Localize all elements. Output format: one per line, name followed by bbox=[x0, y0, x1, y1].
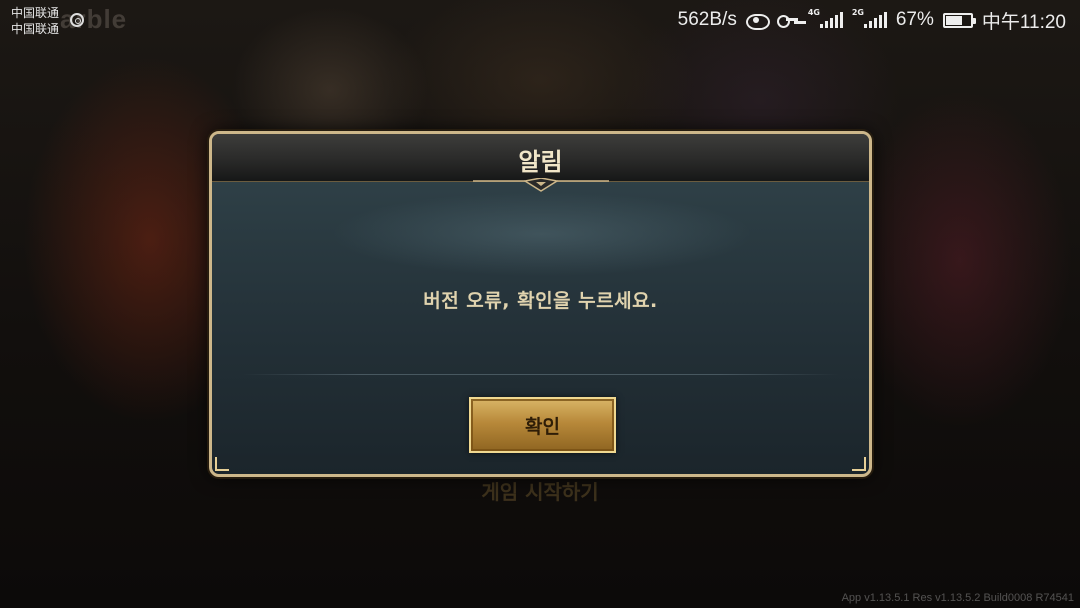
carrier-1: 中国联通 bbox=[11, 6, 60, 20]
status-indicators: 562B/s 4G 2G 67% 中午11:20 bbox=[677, 8, 1066, 33]
notice-dialog: 알림 버전 오류, 확인을 누르세요. 확인 bbox=[209, 131, 872, 477]
status-bar: 中国联通 中国联通 562B/s 4G 2G 67% 中午11:20 bbox=[0, 0, 1080, 40]
signal-2-type: 2G bbox=[851, 8, 864, 17]
signal-icon: 2G bbox=[852, 8, 887, 28]
corner-ornament bbox=[215, 457, 229, 471]
dialog-title: 알림 bbox=[518, 148, 563, 176]
carrier-labels: 中国联通 中国联通 bbox=[11, 5, 59, 37]
header-ornament bbox=[473, 178, 609, 192]
dialog-header: 알림 bbox=[212, 134, 869, 182]
carrier-2: 中国联通 bbox=[11, 22, 60, 36]
key-icon bbox=[776, 14, 799, 28]
battery-icon bbox=[942, 12, 976, 28]
start-game-label: 게임 시작하기 bbox=[481, 480, 599, 504]
nfc-icon bbox=[70, 13, 84, 27]
eye-icon bbox=[745, 13, 770, 30]
divider bbox=[242, 374, 839, 375]
confirm-button-label: 확인 bbox=[525, 415, 560, 438]
signal-1-type: 4G bbox=[807, 8, 820, 17]
dialog-message: 버전 오류, 확인을 누르세요. bbox=[423, 290, 658, 312]
network-speed: 562B/s bbox=[677, 9, 737, 30]
corner-ornament bbox=[852, 457, 866, 471]
build-info: App v1.13.5.1 Res v1.13.5.2 Build0008 R7… bbox=[841, 592, 1074, 604]
clock: 中午11:20 bbox=[981, 11, 1066, 33]
battery-percent: 67% bbox=[895, 9, 934, 30]
signal-icon: 4G bbox=[808, 8, 843, 28]
confirm-button[interactable]: 확인 bbox=[469, 397, 616, 453]
